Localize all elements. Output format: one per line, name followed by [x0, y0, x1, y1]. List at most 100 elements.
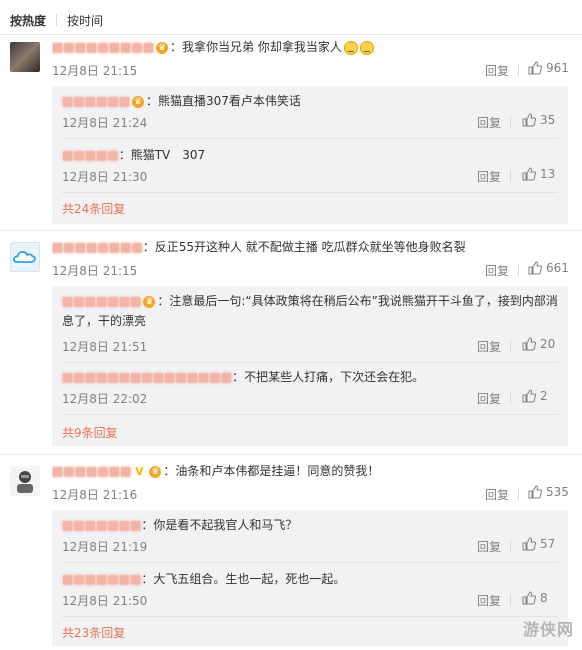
like-button[interactable]: 35	[522, 113, 555, 127]
avatar[interactable]	[10, 42, 40, 72]
reply-username[interactable]: ■■■■■■■	[62, 294, 141, 308]
reply-item: ■■■■■■■ ♛ ：注意最后一句:“具体政策将在稍后公布”我说熊猫开干斗鱼了，接到…	[52, 292, 568, 362]
reply-body: ■■■■■：熊猫TV 307	[62, 146, 205, 164]
vip-crown-icon: ♛	[132, 95, 145, 108]
reply-text-continued: 息了，干的漂亮	[62, 314, 147, 328]
reply-item: ■■■■■■■■■■■■■■■：不把某些人打痛，下次还会在犯。 12月8日 22…	[52, 368, 568, 418]
cloud-avatar-icon	[12, 251, 36, 263]
reply-body: ■■■■■■■：你是看不起我官人和马飞？	[62, 516, 297, 534]
reply-item: ■■■■■■ ♛ ：熊猫直播307看卢本伟笑话 12月8日 21:24 回复 35	[52, 92, 568, 142]
replies-box: ■■■■■■■ ♛ ：注意最后一句:“具体政策将在稍后公布”我说熊猫开干斗鱼了，接到…	[52, 286, 568, 446]
reply-body: ■■■■■■ ♛ ：熊猫直播307看卢本伟笑话	[62, 92, 301, 110]
avatar[interactable]	[10, 242, 40, 272]
vip-crown-icon: ♛	[143, 295, 156, 308]
like-button[interactable]: 20	[522, 337, 555, 351]
like-count: 2	[540, 389, 548, 403]
crying-emoji-icon	[343, 40, 358, 55]
like-button[interactable]: 57	[522, 537, 555, 551]
reply-divider	[62, 562, 558, 563]
like-button[interactable]: 961	[528, 61, 569, 75]
reply-text: ：不把某些人打痛，下次还会在犯。	[232, 370, 425, 384]
more-replies-link[interactable]: 共24条回复	[62, 200, 125, 217]
reply-button[interactable]: 回复	[485, 486, 509, 503]
reply-button[interactable]: 回复	[477, 338, 501, 355]
like-button[interactable]: 13	[522, 167, 555, 181]
reply-body: ■■■■■■■■■■■■■■■：不把某些人打痛，下次还会在犯。	[62, 368, 424, 386]
action-separator	[518, 488, 519, 500]
thumbs-up-icon	[522, 389, 536, 403]
comment-time: 12月8日 21:15	[52, 264, 138, 278]
like-count: 35	[540, 113, 556, 127]
like-count: 961	[546, 61, 569, 75]
comment-divider	[0, 230, 582, 231]
thumbs-up-icon	[522, 113, 536, 127]
reply-button[interactable]: 回复	[485, 62, 509, 79]
reply-body: ■■■■■■■ ♛ ：注意最后一句:“具体政策将在稍后公布”我说熊猫开干斗鱼了，接到…	[62, 292, 558, 310]
replies-box: ■■■■■■ ♛ ：熊猫直播307看卢本伟笑话 12月8日 21:24 回复 35 …	[52, 86, 568, 224]
tab-by-hot[interactable]: 按热度	[10, 12, 46, 29]
sort-tabs: 按热度 按时间	[10, 10, 103, 30]
like-count: 8	[540, 591, 548, 605]
reply-item: ■■■■■：熊猫TV 307 12月8日 21:30 回复 13	[52, 146, 568, 196]
comment-username[interactable]: ■■■■■■■■	[52, 240, 143, 254]
reply-username[interactable]: ■■■■■	[62, 148, 119, 162]
reply-username[interactable]: ■■■■■■	[62, 94, 130, 108]
reply-text: ：熊猫TV 307	[118, 148, 206, 162]
reply-item: ■■■■■■■：大飞五组合。生也一起，死也一起。 12月8日 21:50 回复 …	[52, 570, 568, 620]
tab-by-time[interactable]: 按时间	[67, 12, 103, 29]
reply-divider	[62, 616, 558, 617]
replies-box: ■■■■■■■：你是看不起我官人和马飞？ 12月8日 21:19 回复 57 ■…	[52, 510, 568, 646]
reply-divider	[62, 192, 558, 193]
reply-divider	[62, 414, 558, 415]
tab-separator	[56, 14, 58, 26]
comment-time: 12月8日 21:16	[52, 488, 138, 502]
more-replies-link[interactable]: 共23条回复	[62, 624, 125, 641]
character-avatar-icon	[17, 471, 33, 493]
action-separator	[518, 264, 519, 276]
reply-username[interactable]: ■■■■■■■	[62, 572, 141, 586]
reply-username[interactable]: ■■■■■■■■■■■■■■■	[62, 370, 232, 384]
comment-body: ■■■■■■■ V ♛ ：油条和卢本伟都是挂逼！同意的赞我！	[52, 462, 379, 480]
reply-text: ：熊猫直播307看卢本伟笑话	[146, 94, 301, 108]
action-separator	[510, 170, 511, 182]
more-replies-link[interactable]: 共9条回复	[62, 424, 118, 441]
like-count: 57	[540, 537, 556, 551]
reply-username[interactable]: ■■■■■■■	[62, 518, 141, 532]
thumbs-up-icon	[522, 537, 536, 551]
reply-button[interactable]: 回复	[477, 168, 501, 185]
reply-button[interactable]: 回复	[477, 538, 501, 555]
thumbs-up-icon	[522, 337, 536, 351]
reply-time: 12月8日 21:30	[62, 170, 148, 184]
reply-button[interactable]: 回复	[477, 390, 501, 407]
watermark: 游侠网	[523, 616, 574, 640]
reply-text: ：大飞五组合。生也一起，死也一起。	[141, 572, 346, 586]
like-button[interactable]: 661	[528, 261, 569, 275]
comment-text: ：油条和卢本伟都是挂逼！同意的赞我！	[163, 464, 380, 478]
reply-button[interactable]: 回复	[477, 592, 501, 609]
reply-button[interactable]: 回复	[485, 262, 509, 279]
action-separator	[518, 64, 519, 76]
comment-username[interactable]: ■■■■■■■■■	[52, 40, 154, 54]
action-separator	[510, 594, 511, 606]
vip-crown-icon: ♛	[156, 41, 169, 54]
reply-text: ：注意最后一句:“具体政策将在稍后公布”我说熊猫开干斗鱼了，接到内部消	[157, 294, 558, 308]
vip-crown-icon: ♛	[149, 465, 162, 478]
comment-body: ■■■■■■■■：反正55开这种人 就不配做主播 吃瓜群众就坐等他身败名裂	[52, 238, 466, 256]
like-button[interactable]: 535	[528, 485, 569, 499]
like-button[interactable]: 8	[522, 591, 548, 605]
action-separator	[510, 392, 511, 404]
reply-button[interactable]: 回复	[477, 114, 501, 131]
comment-username[interactable]: ■■■■■■■	[52, 464, 131, 478]
like-button[interactable]: 2	[522, 389, 548, 403]
action-separator	[510, 540, 511, 552]
thumbs-up-icon	[522, 167, 536, 181]
reply-body: ■■■■■■■：大飞五组合。生也一起，死也一起。	[62, 570, 345, 588]
reply-time: 12月8日 21:51	[62, 340, 148, 354]
comment-item: ■■■■■■■■：反正55开这种人 就不配做主播 吃瓜群众就坐等他身败名裂 12…	[0, 238, 582, 452]
thumbs-up-icon	[522, 591, 536, 605]
like-count: 20	[540, 337, 556, 351]
comment-body: ■■■■■■■■■ ♛ ：我拿你当兄弟 你却拿我当家人	[52, 38, 374, 56]
like-count: 535	[546, 485, 569, 499]
avatar[interactable]	[10, 466, 40, 496]
comment-text: ：反正55开这种人 就不配做主播 吃瓜群众就坐等他身败名裂	[142, 240, 466, 254]
